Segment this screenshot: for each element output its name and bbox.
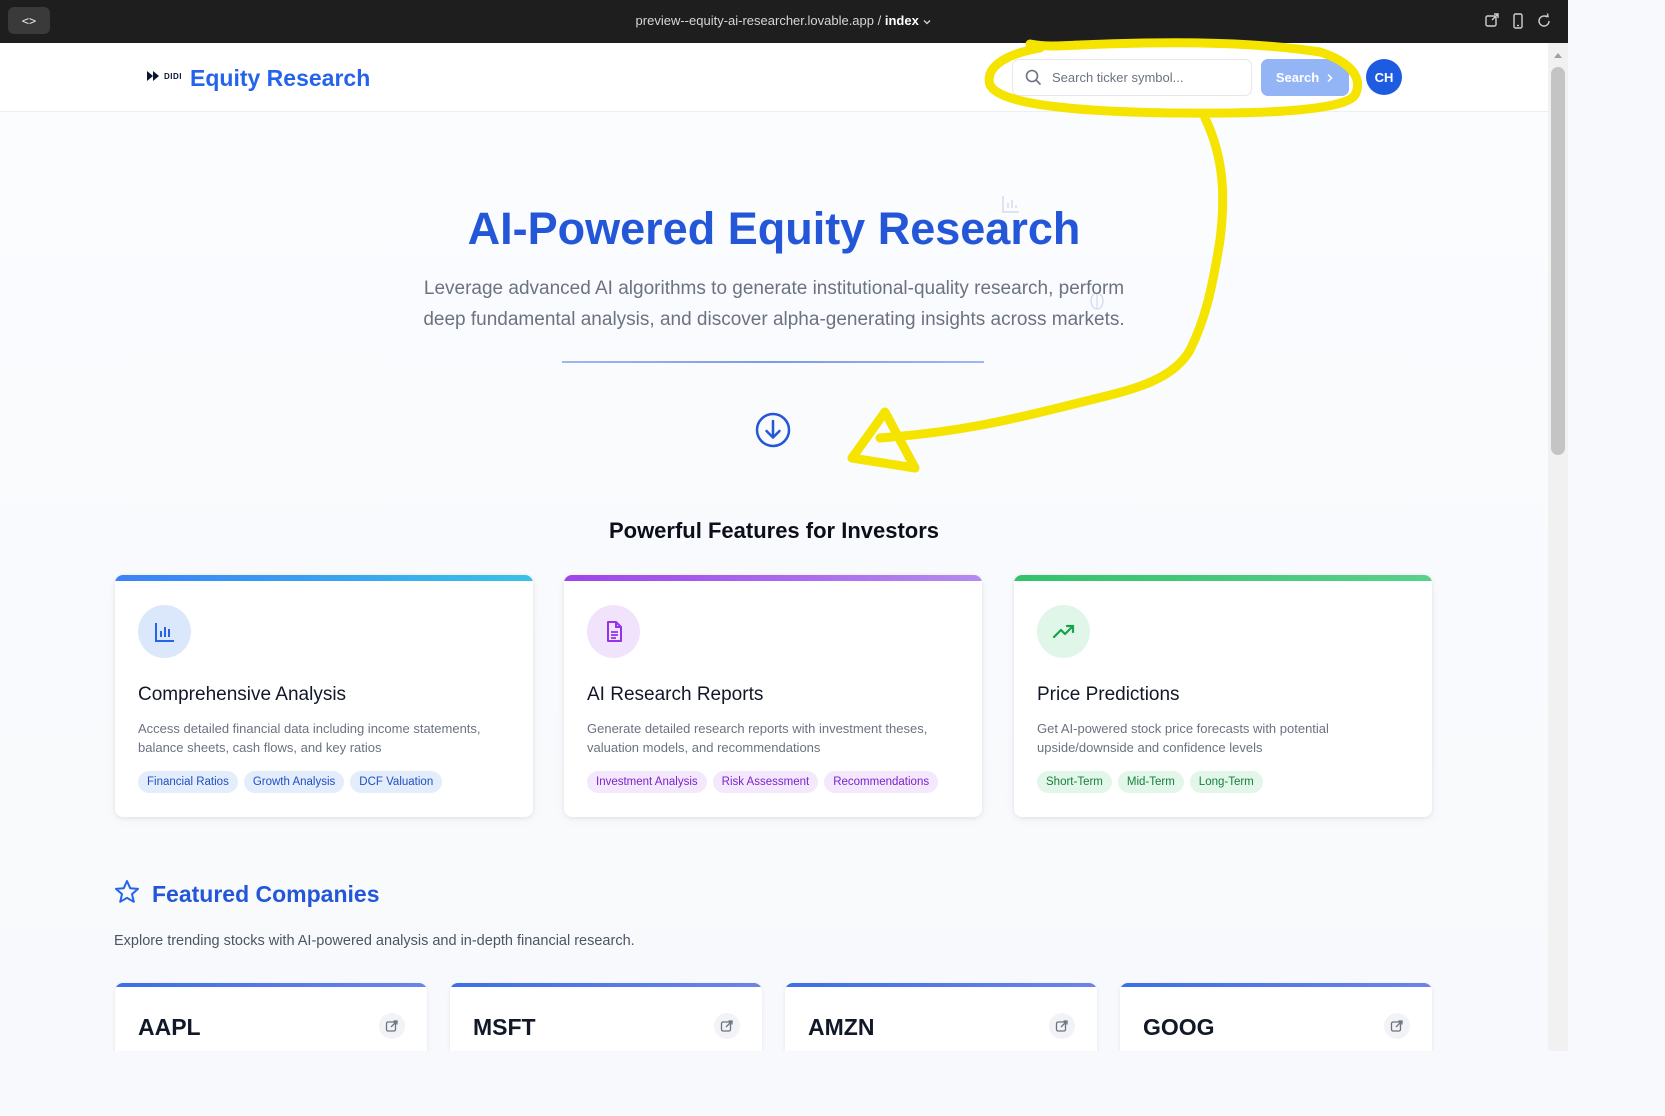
feature-tag: Investment Analysis — [587, 771, 707, 793]
scroll-down-icon[interactable] — [754, 411, 792, 449]
search-input[interactable] — [1052, 70, 1232, 85]
company-ticker: AAPL — [138, 1014, 201, 1040]
document-icon — [606, 620, 622, 642]
refresh-icon[interactable] — [1535, 12, 1553, 30]
feature-tag: Growth Analysis — [243, 771, 345, 793]
featured-companies-title: Featured Companies — [152, 881, 380, 907]
browser-toolbar: <> preview--equity-ai-researcher.lovable… — [0, 0, 1568, 43]
feature-tag: Mid-Term — [1117, 771, 1184, 793]
company-accent-bar — [785, 983, 1097, 987]
search-icon — [1025, 69, 1042, 86]
company-accent-bar — [1120, 983, 1432, 987]
brand-title[interactable]: Equity Research — [190, 65, 370, 92]
external-link-icon — [1390, 1020, 1403, 1032]
features-title: Powerful Features for Investors — [608, 518, 940, 543]
feature-description: Access detailed financial data including… — [138, 721, 481, 755]
company-card[interactable]: AMZN — [785, 983, 1097, 1051]
search-field[interactable] — [1012, 59, 1252, 96]
feature-title: Comprehensive Analysis — [138, 684, 347, 705]
hero-subtitle: Leverage advanced AI algorithms to gener… — [423, 278, 1125, 330]
page: DIDI Equity Research Search CH AI-Powere… — [0, 43, 1548, 1051]
feature-tag: Recommendations — [824, 771, 939, 793]
feature-tag: Risk Assessment — [712, 771, 819, 793]
address-bar[interactable]: preview--equity-ai-researcher.lovable.ap… — [0, 13, 1568, 28]
company-card[interactable]: AAPL — [115, 983, 427, 1051]
feature-tags: Short-Term Mid-Term Long-Term — [1037, 771, 1263, 793]
feature-tag: DCF Valuation — [350, 771, 443, 793]
company-accent-bar — [450, 983, 762, 987]
feature-tags: Investment Analysis Risk Assessment Reco… — [587, 771, 939, 793]
hero-title: AI-Powered Equity Research — [467, 203, 1081, 254]
external-link-icon — [720, 1020, 733, 1032]
feature-accent-bar — [564, 575, 982, 581]
chevron-down-icon[interactable] — [922, 17, 932, 27]
trending-up-icon — [1052, 624, 1074, 638]
feature-accent-bar — [115, 575, 533, 581]
scrollbar-thumb[interactable] — [1551, 67, 1565, 455]
mobile-view-icon[interactable] — [1509, 12, 1527, 30]
feature-tag: Long-Term — [1189, 771, 1263, 793]
external-link-button[interactable] — [379, 1013, 405, 1039]
feature-icon-badge — [587, 605, 640, 658]
open-external-icon[interactable] — [1483, 12, 1501, 30]
hero-divider — [562, 361, 984, 363]
company-accent-bar — [115, 983, 427, 987]
scroll-up-arrow-icon[interactable] — [1554, 53, 1562, 58]
feature-accent-bar — [1014, 575, 1432, 581]
feature-tag: Financial Ratios — [138, 771, 238, 793]
feature-card-predictions[interactable]: Price Predictions Get AI-powered stock p… — [1014, 575, 1432, 817]
logo-text: DIDI — [164, 71, 182, 81]
company-card[interactable]: GOOG — [1120, 983, 1432, 1051]
company-ticker: GOOG — [1143, 1014, 1215, 1040]
search-button-label: Search — [1275, 70, 1320, 85]
search-button[interactable]: Search — [1261, 59, 1349, 96]
logo-mark-icon — [147, 71, 159, 81]
star-icon — [115, 880, 139, 903]
feature-card-analysis[interactable]: Comprehensive Analysis Access detailed f… — [115, 575, 533, 817]
url-separator: / — [874, 13, 885, 28]
feature-icon-badge — [138, 605, 191, 658]
featured-companies-description: Explore trending stocks with AI-powered … — [114, 933, 635, 949]
user-avatar[interactable]: CH — [1366, 59, 1402, 95]
external-link-icon — [385, 1020, 398, 1032]
logo[interactable]: DIDI — [147, 71, 182, 81]
external-link-icon — [1055, 1020, 1068, 1032]
site-header: DIDI Equity Research Search CH — [0, 43, 1548, 112]
feature-description: Generate detailed research reports with … — [587, 721, 928, 755]
vertical-scrollbar[interactable] — [1548, 43, 1568, 1051]
external-link-button[interactable] — [714, 1013, 740, 1039]
company-ticker: AMZN — [808, 1014, 875, 1040]
external-link-button[interactable] — [1384, 1013, 1410, 1039]
feature-description: Get AI-powered stock price forecasts wit… — [1037, 721, 1329, 755]
external-link-button[interactable] — [1049, 1013, 1075, 1039]
company-card[interactable]: MSFT — [450, 983, 762, 1051]
feature-icon-badge — [1037, 605, 1090, 658]
feature-title: AI Research Reports — [587, 684, 764, 705]
url-host: preview--equity-ai-researcher.lovable.ap… — [635, 13, 874, 28]
url-page: index — [884, 13, 919, 28]
feature-tag: Short-Term — [1037, 771, 1112, 793]
company-ticker: MSFT — [473, 1014, 536, 1040]
feature-card-reports[interactable]: AI Research Reports Generate detailed re… — [564, 575, 982, 817]
feature-tags: Financial Ratios Growth Analysis DCF Val… — [138, 771, 443, 793]
feature-title: Price Predictions — [1037, 684, 1180, 705]
bar-chart-icon — [154, 622, 174, 642]
chevron-right-icon — [1327, 73, 1333, 82]
